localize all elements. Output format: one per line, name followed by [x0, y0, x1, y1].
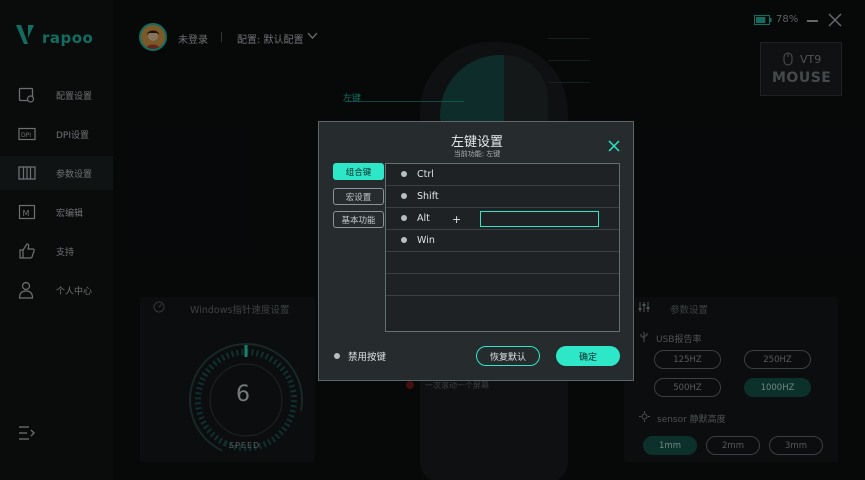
- modifier-label: Ctrl: [417, 169, 434, 180]
- tab-combo-key[interactable]: 组合键: [333, 163, 384, 180]
- modifier-row-shift[interactable]: Shift: [386, 186, 619, 208]
- modifier-list: Ctrl Shift Alt Win: [385, 163, 620, 332]
- restore-default-button[interactable]: 恢复默认: [476, 346, 540, 366]
- radio-button[interactable]: [401, 215, 407, 221]
- modifier-row-ctrl[interactable]: Ctrl: [386, 164, 619, 186]
- disable-key-radio[interactable]: [334, 353, 340, 359]
- plus-sign: +: [452, 213, 462, 226]
- radio-button[interactable]: [401, 193, 407, 199]
- disable-key-label: 禁用按键: [348, 352, 387, 363]
- modifier-label: Alt: [417, 213, 430, 224]
- close-icon[interactable]: [608, 140, 620, 152]
- dialog-title: 左键设置: [450, 135, 503, 150]
- confirm-button[interactable]: 确定: [556, 346, 620, 366]
- modifier-label: Win: [417, 235, 435, 246]
- modifier-label: Shift: [417, 191, 439, 202]
- tab-basic-function[interactable]: 基本功能: [333, 211, 384, 228]
- tab-macro-settings[interactable]: 宏设置: [333, 188, 384, 205]
- dialog-subtitle: 当前功能: 左键: [453, 150, 501, 158]
- modifier-row-win[interactable]: Win: [386, 230, 619, 252]
- radio-button[interactable]: [401, 237, 407, 243]
- radio-button[interactable]: [401, 171, 407, 177]
- left-key-settings-dialog: 左键设置 当前功能: 左键 组合键 宏设置 基本功能 Ctrl Shift Al…: [318, 121, 634, 381]
- key-capture-input[interactable]: [480, 211, 599, 227]
